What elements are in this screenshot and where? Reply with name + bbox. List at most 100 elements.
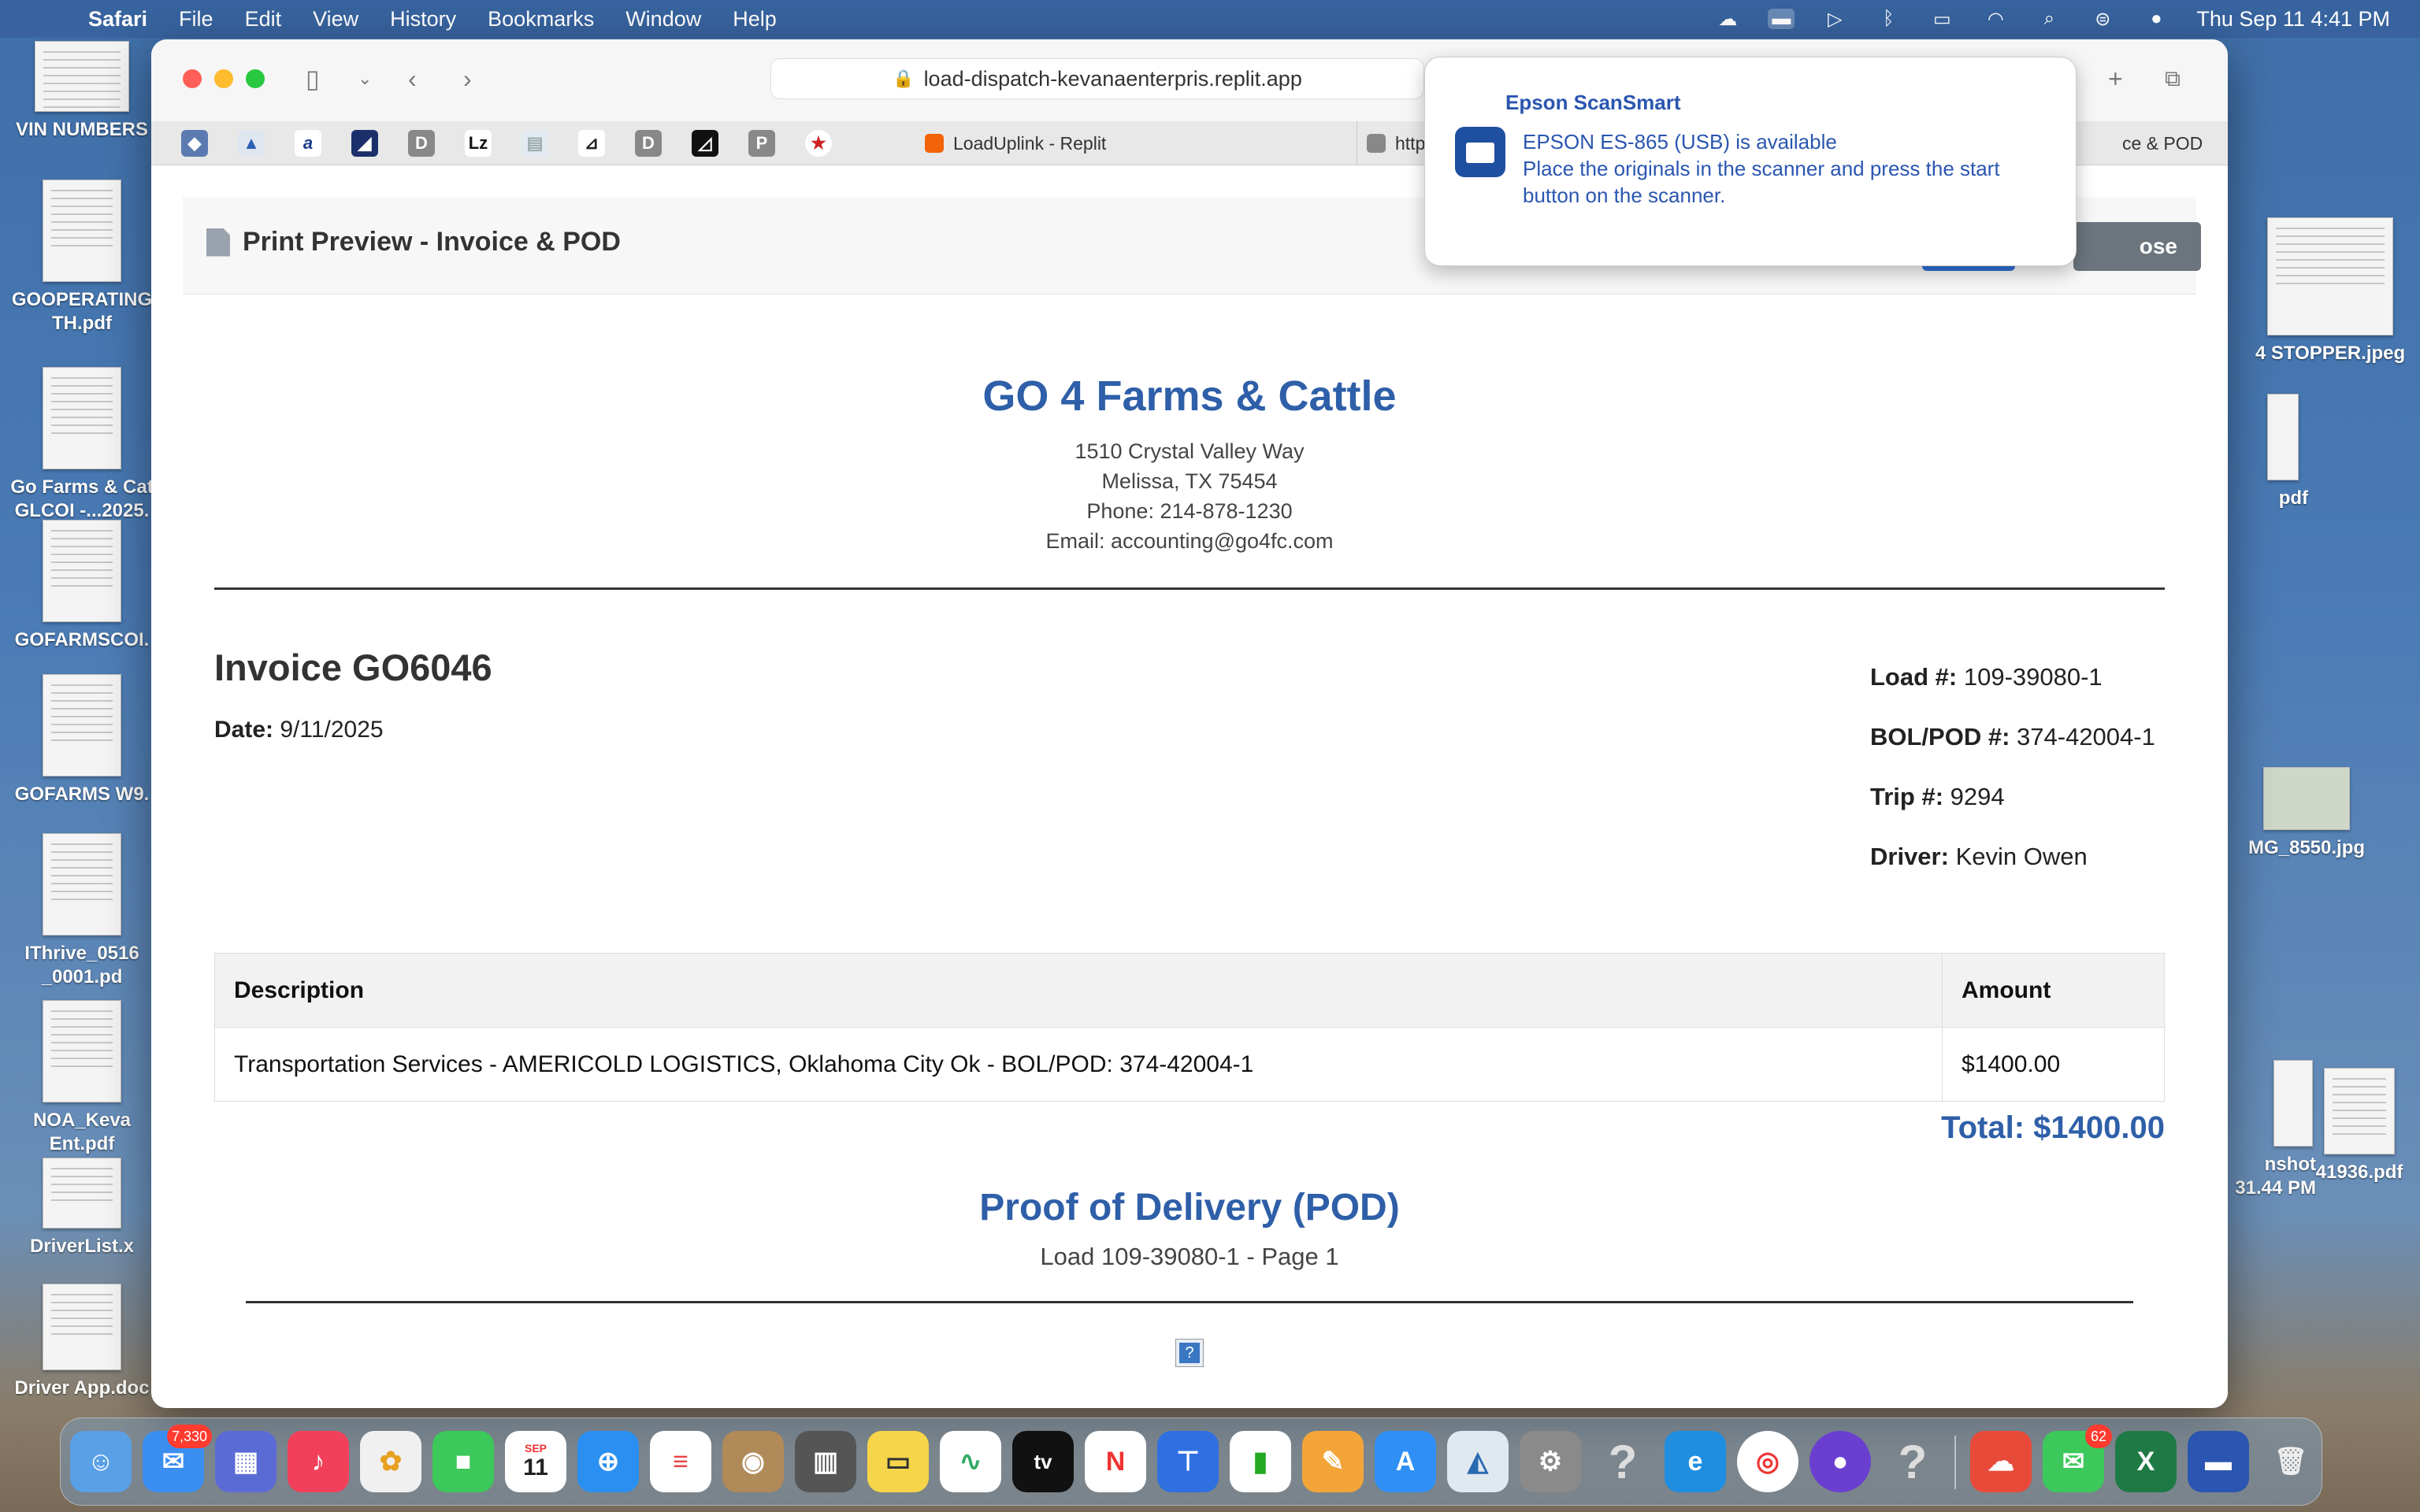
facetime-icon[interactable]: ■: [432, 1431, 494, 1492]
news-icon[interactable]: N: [1085, 1431, 1146, 1492]
printer-app-icon[interactable]: ▬: [2188, 1431, 2249, 1492]
file-label: Go Farms & Cat GLCOI -...2025.: [10, 476, 154, 521]
zoom-window-button[interactable]: [246, 69, 265, 88]
keynote-icon[interactable]: ⊤: [1157, 1431, 1219, 1492]
desktop-file[interactable]: IThrive_0516 _0001.pd: [3, 833, 161, 989]
app-store-icon[interactable]: A: [1375, 1431, 1436, 1492]
minimize-window-button[interactable]: [214, 69, 233, 88]
menu-app-safari[interactable]: Safari: [88, 7, 147, 32]
icloud-icon[interactable]: ☁: [1714, 9, 1741, 30]
desktop-file[interactable]: GOFARMSCOI.: [3, 520, 161, 652]
desktop-file[interactable]: pdf: [2229, 394, 2308, 510]
notes-icon[interactable]: ▭: [867, 1431, 929, 1492]
menu-view[interactable]: View: [313, 7, 358, 32]
new-tab-plus-icon[interactable]: +: [2108, 61, 2123, 96]
mail-icon[interactable]: ✉ 7,330: [143, 1425, 212, 1492]
desktop-file[interactable]: GOOPERATING TH.pdf: [3, 180, 161, 335]
tab-invoice-pod[interactable]: ce & POD: [2113, 121, 2228, 165]
favorite-tab-icon[interactable]: P: [748, 129, 775, 157]
battery-icon[interactable]: ▭: [1928, 9, 1955, 30]
favorite-tab-icon[interactable]: D: [408, 129, 435, 157]
preview-icon[interactable]: ◭: [1447, 1431, 1509, 1492]
date-label: Date:: [214, 717, 274, 743]
forward-arrow-icon[interactable]: ›: [463, 61, 472, 96]
printer-status-icon[interactable]: ▬: [1768, 8, 1795, 29]
menu-bookmarks[interactable]: Bookmarks: [488, 7, 594, 32]
desktop-file[interactable]: NOA_Keva Ent.pdf: [3, 1000, 161, 1156]
desktop-file[interactable]: Driver App.doc: [3, 1284, 161, 1400]
tab-loaduplink-replit[interactable]: LoadUplink - Replit: [915, 121, 1357, 165]
trash-icon[interactable]: 🗑: [2260, 1431, 2322, 1492]
menu-history[interactable]: History: [390, 7, 456, 32]
tab-overview-icon[interactable]: ⧉: [2165, 61, 2181, 96]
sidebar-toggle-icon[interactable]: ▯: [306, 61, 320, 96]
chrome-icon[interactable]: ◎: [1737, 1431, 1798, 1492]
excel-icon[interactable]: X: [2115, 1431, 2177, 1492]
system-settings-icon[interactable]: ⚙: [1520, 1431, 1581, 1492]
unknown-app-icon[interactable]: ?: [1882, 1431, 1943, 1492]
contacts-icon[interactable]: ◉: [722, 1431, 784, 1492]
close-window-button[interactable]: [183, 69, 202, 88]
apple-tv-icon[interactable]: tv: [1012, 1431, 1074, 1492]
desktop-file[interactable]: Go Farms & Cat GLCOI -...2025.: [3, 367, 161, 523]
menubar-clock[interactable]: Thu Sep 11 4:41 PM: [2196, 7, 2390, 32]
music-icon[interactable]: ♪: [288, 1431, 349, 1492]
creative-cloud-icon[interactable]: ☁: [1970, 1431, 2032, 1492]
file-label: 4 STOPPER.jpeg: [2255, 343, 2406, 364]
safari-icon[interactable]: ⊕: [577, 1431, 639, 1492]
wifi-icon[interactable]: ◠: [1982, 9, 2009, 30]
calendar-icon[interactable]: SEP 11: [505, 1431, 566, 1492]
pages-icon[interactable]: ✎: [1302, 1431, 1364, 1492]
menu-file[interactable]: File: [179, 7, 213, 32]
calculator-icon[interactable]: ▥: [795, 1431, 856, 1492]
firefox-icon[interactable]: ●: [1809, 1431, 1871, 1492]
chevron-down-icon[interactable]: ⌄: [358, 61, 372, 96]
pdf-thumbnail: [43, 674, 121, 776]
favorite-tab-icon[interactable]: ◢: [351, 129, 378, 157]
pdf-thumbnail: [2324, 1068, 2395, 1154]
numbers-icon[interactable]: ▮: [1230, 1431, 1291, 1492]
edge-icon[interactable]: e: [1665, 1431, 1726, 1492]
desktop-file[interactable]: VIN NUMBERS: [3, 41, 161, 142]
notification-app-name: Epson ScanSmart: [1505, 91, 1681, 114]
scan-notification[interactable]: Epson ScanSmart EPSON ES-865 (USB) is av…: [1424, 57, 2077, 266]
reminders-icon[interactable]: ≡: [650, 1431, 711, 1492]
photos-icon[interactable]: ✿: [360, 1431, 421, 1492]
favorite-tab-icon[interactable]: D: [635, 129, 662, 157]
load-label: Load #:: [1870, 663, 1958, 691]
freeform-icon[interactable]: ∿: [940, 1431, 1001, 1492]
spotlight-search-icon[interactable]: ⌕: [2036, 8, 2062, 29]
favorite-tab-icon[interactable]: a: [295, 129, 321, 157]
menu-help[interactable]: Help: [733, 7, 777, 32]
file-label: nshot 31.44 PM: [2235, 1154, 2316, 1199]
desktop-file[interactable]: GOFARMS W9.: [3, 674, 161, 806]
bol-row: BOL/POD #: 374-42004-1: [1870, 723, 2155, 783]
desktop-file[interactable]: DriverList.x: [3, 1158, 161, 1258]
close-button[interactable]: ose: [2073, 222, 2201, 271]
favorite-tab-icon[interactable]: Lz: [465, 129, 492, 157]
play-circle-icon[interactable]: ▷: [1821, 9, 1848, 30]
unknown-app-icon[interactable]: ?: [1592, 1431, 1654, 1492]
favorite-tab-icon[interactable]: ⊿: [578, 129, 605, 157]
menu-window[interactable]: Window: [625, 7, 701, 32]
launchpad-icon[interactable]: ▦: [215, 1431, 277, 1492]
bol-label: BOL/POD #:: [1870, 723, 2010, 750]
desktop-file[interactable]: 41936.pdf: [2308, 1068, 2411, 1184]
favorite-tab-icon[interactable]: ◆: [181, 129, 208, 157]
bluetooth-icon[interactable]: ᛒ: [1875, 8, 1902, 29]
menu-edit[interactable]: Edit: [245, 7, 282, 32]
table-header-row: Description Amount: [214, 953, 2165, 1028]
address-bar[interactable]: 🔒 load-dispatch-kevanaenterpris.replit.a…: [770, 58, 1424, 99]
back-arrow-icon[interactable]: ‹: [408, 61, 417, 96]
messages-icon[interactable]: ✉ 62: [2043, 1425, 2112, 1492]
desktop-file[interactable]: MG_8550.jpg: [2228, 767, 2385, 860]
siri-icon[interactable]: ●: [2143, 8, 2169, 29]
favorite-tab-icon[interactable]: ★: [805, 129, 832, 157]
desktop-file[interactable]: 4 STOPPER.jpeg: [2244, 217, 2417, 365]
desktop-file[interactable]: nshot 31.44 PM: [2229, 1060, 2316, 1200]
favorite-tab-icon[interactable]: ▤: [521, 129, 548, 157]
finder-icon[interactable]: ☺: [70, 1431, 132, 1492]
control-center-icon[interactable]: ⊜: [2089, 9, 2116, 30]
favorite-tab-icon[interactable]: ◿: [692, 129, 718, 157]
favorite-tab-icon[interactable]: ▲: [238, 129, 265, 157]
